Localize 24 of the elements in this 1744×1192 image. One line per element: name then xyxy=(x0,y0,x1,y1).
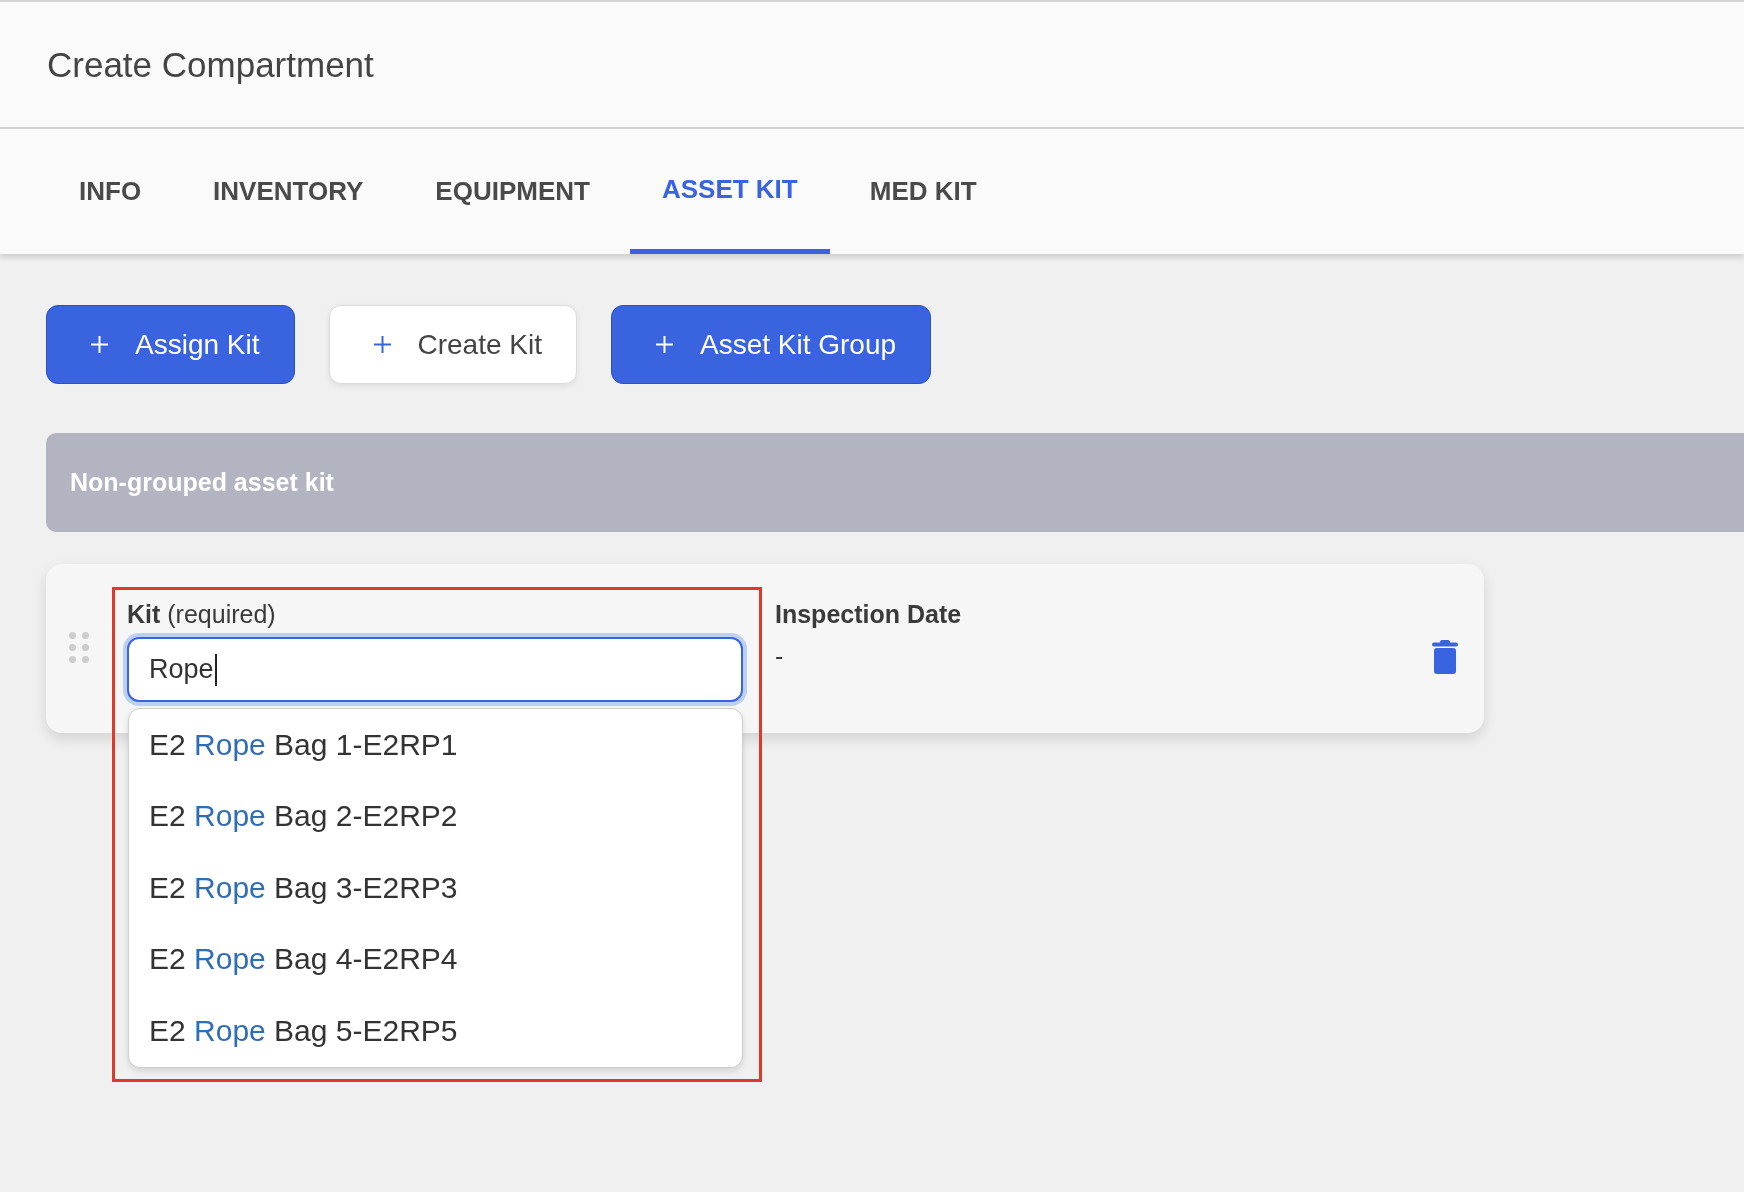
page-title: Create Compartment xyxy=(47,44,374,85)
suggestion-option[interactable]: E2 Rope Bag 3-E2RP3 xyxy=(129,852,742,924)
field-label: Inspection Date xyxy=(775,600,962,628)
suggestion-option[interactable]: E2 Rope Bag 4-E2RP4 xyxy=(129,923,742,995)
tab[interactable]: INVENTORY xyxy=(181,129,396,254)
section-header: Non-grouped asset kit xyxy=(46,433,1744,532)
action-button[interactable]: Assign Kit xyxy=(46,305,295,384)
action-button[interactable]: Create Kit xyxy=(328,305,577,384)
suggestion-option[interactable]: E2 Rope Bag 1-E2RP1 xyxy=(129,709,742,781)
tab[interactable]: EQUIPMENT xyxy=(403,129,622,254)
action-button[interactable]: Asset Kit Group xyxy=(611,305,932,384)
suggestion-option[interactable]: E2 Rope Bag 2-E2RP2 xyxy=(129,780,742,852)
plus-icon xyxy=(373,336,391,353)
text-cursor-icon xyxy=(214,653,217,686)
field-label: Kit (required) xyxy=(127,600,277,628)
drag-handle-icon[interactable] xyxy=(69,632,89,663)
plus-icon xyxy=(656,336,673,353)
suggestion-option[interactable]: E2 Rope Bag 5-E2RP5 xyxy=(129,995,742,1067)
field-value: - xyxy=(775,642,785,670)
tab[interactable]: ASSET KIT xyxy=(629,129,830,254)
trash-icon[interactable] xyxy=(1432,640,1458,674)
tab[interactable]: INFO xyxy=(47,129,174,254)
plus-icon xyxy=(91,336,108,353)
tab[interactable]: MED KIT xyxy=(837,129,1009,254)
